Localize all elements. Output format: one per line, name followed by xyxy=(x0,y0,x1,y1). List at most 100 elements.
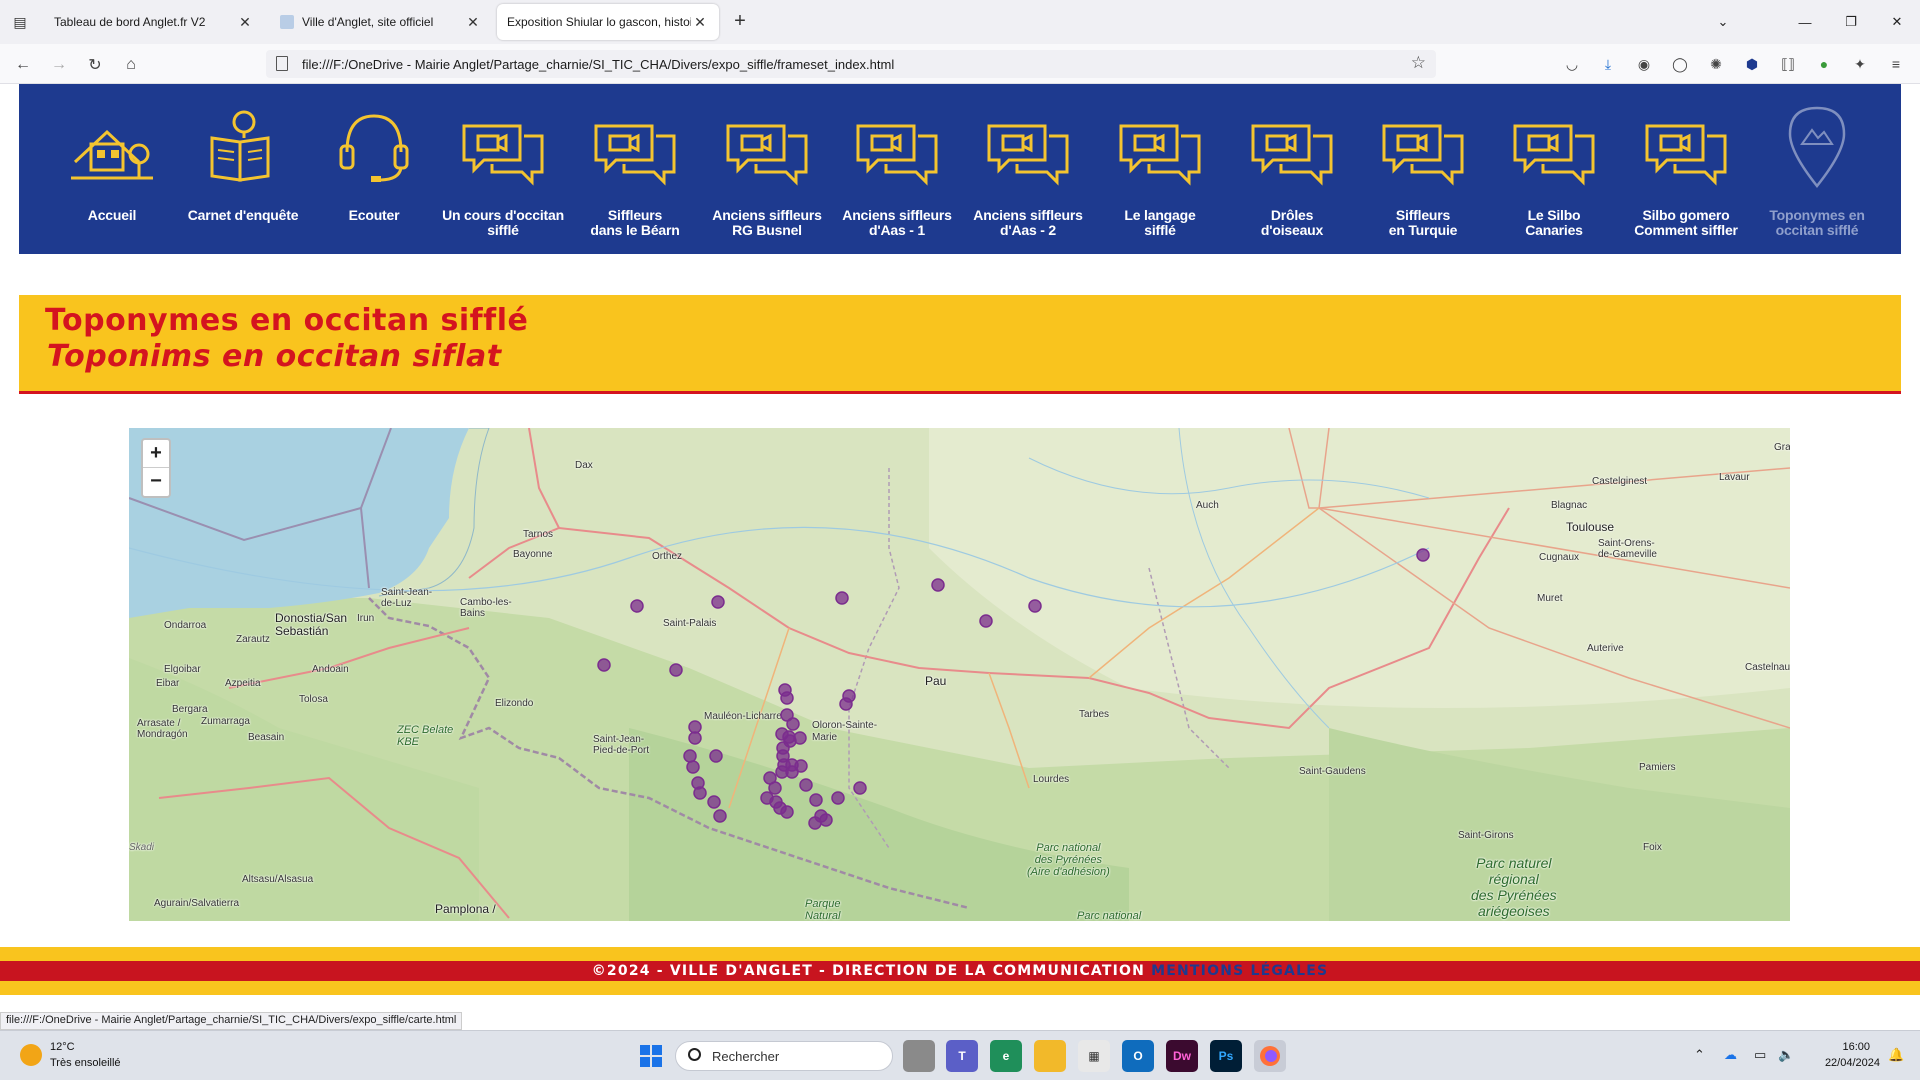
minimize-button[interactable]: — xyxy=(1782,0,1828,44)
store-icon[interactable]: ▦ xyxy=(1078,1040,1110,1072)
map-marker[interactable] xyxy=(711,595,725,609)
nav-item-6[interactable]: Anciens siffleurs d'Aas - 1 xyxy=(832,84,962,254)
weather-temp: 12°C xyxy=(50,1041,75,1053)
new-tab-button[interactable]: + xyxy=(728,10,752,34)
map-marker[interactable] xyxy=(786,717,800,731)
clock-time[interactable]: 16:00 xyxy=(1808,1041,1870,1053)
nav-item-13[interactable]: Toponymes en occitan sifflé xyxy=(1752,84,1882,254)
close-tab-icon[interactable]: ✕ xyxy=(691,14,709,31)
map-marker[interactable] xyxy=(693,786,707,800)
map-marker[interactable] xyxy=(1416,548,1430,562)
map-marker[interactable] xyxy=(839,697,853,711)
nav-item-4[interactable]: Siffleurs dans le Béarn xyxy=(570,84,700,254)
zoom-out-button[interactable]: − xyxy=(143,468,169,496)
clock-date[interactable]: 22/04/2024 xyxy=(1808,1057,1880,1069)
tab-exposition[interactable]: Exposition Shiular lo gascon, histoire ✕ xyxy=(497,4,719,40)
map-marker[interactable] xyxy=(1028,599,1042,613)
notifications-bell-icon[interactable]: 🔔 xyxy=(1888,1047,1904,1063)
map-marker[interactable] xyxy=(688,731,702,745)
map-marker[interactable] xyxy=(683,749,697,763)
map-marker[interactable] xyxy=(793,731,807,745)
map-markers xyxy=(597,548,1430,830)
taskbar-search[interactable]: Rechercher xyxy=(675,1041,893,1071)
nav-item-2[interactable]: Ecouter xyxy=(309,84,439,254)
map-marker[interactable] xyxy=(809,793,823,807)
start-windows-icon[interactable] xyxy=(635,1040,667,1072)
network-icon[interactable]: ▭ xyxy=(1754,1047,1766,1063)
back-button[interactable]: ← xyxy=(10,52,36,78)
firefox-icon[interactable] xyxy=(1254,1040,1286,1072)
edge-icon[interactable]: e xyxy=(990,1040,1022,1072)
map-marker[interactable] xyxy=(819,813,833,827)
tab-ville-anglet[interactable]: Ville d'Anglet, site officiel ✕ xyxy=(270,4,492,40)
teams-icon[interactable]: T xyxy=(946,1040,978,1072)
reload-button[interactable]: ↻ xyxy=(82,52,108,78)
nav-item-5[interactable]: Anciens siffleurs RG Busnel xyxy=(702,84,832,254)
search-icon xyxy=(688,1048,701,1061)
map-marker[interactable] xyxy=(931,578,945,592)
map-marker[interactable] xyxy=(669,663,683,677)
list-all-tabs-icon[interactable]: ⌄ xyxy=(1700,0,1746,44)
close-window-button[interactable]: ✕ xyxy=(1874,0,1920,44)
map-marker[interactable] xyxy=(831,791,845,805)
map-marker[interactable] xyxy=(630,599,644,613)
photoshop-icon[interactable]: Ps xyxy=(1210,1040,1242,1072)
video-chat-icon xyxy=(1251,124,1333,186)
dreamweaver-icon[interactable]: Dw xyxy=(1166,1040,1198,1072)
map-marker[interactable] xyxy=(979,614,993,628)
nav-item-11[interactable]: Le Silbo Canaries xyxy=(1489,84,1619,254)
onedrive-icon[interactable]: ☁ xyxy=(1724,1047,1737,1063)
map-marker[interactable] xyxy=(686,760,700,774)
restore-button[interactable]: ❐ xyxy=(1828,0,1874,44)
color-extension-icon[interactable]: ● xyxy=(1813,53,1835,75)
tab-tableau-de-bord[interactable]: Tableau de bord Anglet.fr V2 ✕ xyxy=(44,4,264,40)
map-marker[interactable] xyxy=(799,778,813,792)
extension-icon[interactable]: ✺ xyxy=(1705,53,1727,75)
forward-button[interactable]: → xyxy=(46,52,72,78)
map-marker[interactable] xyxy=(780,805,794,819)
extension-icon[interactable]: ⟦⟧ xyxy=(1777,53,1799,75)
bookmark-star-icon[interactable]: ☆ xyxy=(1411,53,1426,73)
home-button[interactable]: ⌂ xyxy=(118,52,144,78)
nav-item-1[interactable]: Carnet d'enquête xyxy=(178,84,308,254)
map-marker[interactable] xyxy=(835,591,849,605)
nav-item-7[interactable]: Anciens siffleurs d'Aas - 2 xyxy=(963,84,1093,254)
map-marker[interactable] xyxy=(688,720,702,734)
nav-item-12[interactable]: Silbo gomero Comment siffler xyxy=(1621,84,1751,254)
volume-icon[interactable]: 🔈 xyxy=(1778,1047,1794,1063)
close-tab-icon[interactable]: ✕ xyxy=(236,14,254,31)
zoom-in-button[interactable]: + xyxy=(143,440,169,468)
nav-item-10[interactable]: Siffleurs en Turquie xyxy=(1358,84,1488,254)
show-hidden-icons[interactable]: ⌃ xyxy=(1694,1047,1705,1063)
close-tab-icon[interactable]: ✕ xyxy=(464,14,482,31)
nav-item-8[interactable]: Le langage sifflé xyxy=(1095,84,1225,254)
menu-icon[interactable]: ≡ xyxy=(1885,53,1907,75)
outlook-icon[interactable]: O xyxy=(1122,1040,1154,1072)
map-marker[interactable] xyxy=(780,691,794,705)
shield-extension-icon[interactable]: ⬢ xyxy=(1741,53,1763,75)
pocket-icon[interactable]: ◡ xyxy=(1561,53,1583,75)
map-marker[interactable] xyxy=(808,816,822,830)
map-marker[interactable] xyxy=(775,765,789,779)
page-title: Toponymes en occitan sifflé xyxy=(45,303,529,338)
map-marker[interactable] xyxy=(709,749,723,763)
map[interactable]: Dax Tarnos Bayonne Orthez Saint-Jean- de… xyxy=(129,428,1790,921)
extension-icon[interactable]: ◉ xyxy=(1633,53,1655,75)
downloads-icon[interactable]: ⤓ xyxy=(1597,53,1619,75)
weather-sun-icon[interactable] xyxy=(20,1044,42,1066)
tab-list-icon[interactable]: ▤ xyxy=(8,10,32,34)
task-view-icon[interactable] xyxy=(903,1040,935,1072)
extensions-puzzle-icon[interactable]: ✦ xyxy=(1849,53,1871,75)
account-icon[interactable]: ◯ xyxy=(1669,53,1691,75)
nav-item-9[interactable]: Drôles d'oiseaux xyxy=(1227,84,1357,254)
nav-item-3[interactable]: Un cours d'occitan sifflé xyxy=(438,84,568,254)
url-bar[interactable]: file:///F:/OneDrive - Mairie Anglet/Part… xyxy=(266,50,1436,78)
map-marker[interactable] xyxy=(768,781,782,795)
map-marker[interactable] xyxy=(713,809,727,823)
nav-item-0[interactable]: Accueil xyxy=(47,84,177,254)
legal-notice-link[interactable]: MENTIONS LÉGALES xyxy=(1151,963,1328,979)
file-explorer-icon[interactable] xyxy=(1034,1040,1066,1072)
map-marker[interactable] xyxy=(707,795,721,809)
map-marker[interactable] xyxy=(853,781,867,795)
map-marker[interactable] xyxy=(597,658,611,672)
